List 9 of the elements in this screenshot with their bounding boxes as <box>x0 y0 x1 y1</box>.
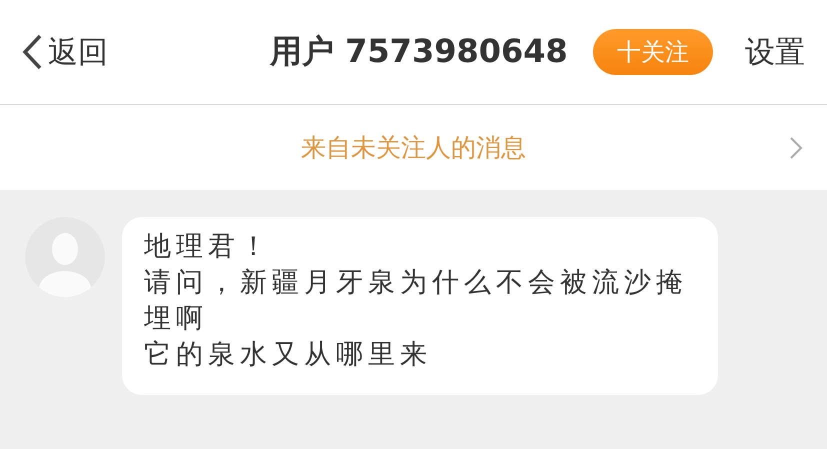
back-icon <box>22 34 42 70</box>
message-text: 请问，新疆月牙泉为什么不会被流沙掩埋啊 <box>144 266 689 336</box>
back-button[interactable]: 返回 <box>22 32 108 72</box>
chevron-right-icon <box>789 136 803 160</box>
message-text: 它的泉水又从哪里来 <box>144 338 433 372</box>
notice-text: 来自未关注人的消息 <box>301 132 526 164</box>
message-text: 地理君！ <box>144 230 273 264</box>
settings-link[interactable]: 设置 <box>745 32 805 72</box>
user-name-title: 用户 7573980648 <box>270 31 568 72</box>
